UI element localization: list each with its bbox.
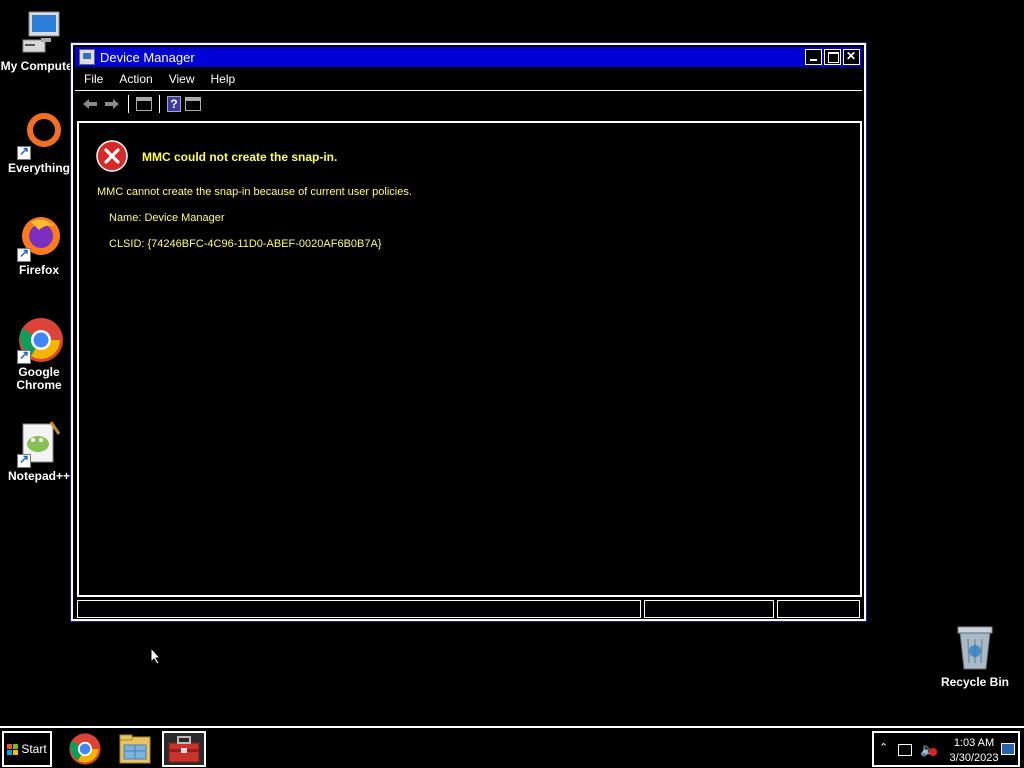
system-tray: ⌃ 🔈 1:03 AM 3/30/2023	[872, 731, 1020, 767]
snap-in-name: Name: Device Manager	[109, 212, 225, 224]
toolbar-separator	[159, 95, 160, 113]
shortcut-arrow-icon	[17, 452, 31, 468]
status-pane-main	[77, 600, 641, 618]
menu-file[interactable]: File	[84, 72, 103, 86]
desktop-icon-my-computer[interactable]: My Computer	[0, 10, 79, 73]
show-desktop-icon[interactable]	[1001, 743, 1015, 755]
status-pane-right	[777, 600, 860, 618]
taskbar-chrome-button[interactable]	[63, 731, 107, 767]
menu-help[interactable]: Help	[211, 72, 236, 86]
chrome-icon	[69, 733, 101, 765]
snap-in-clsid: CLSID: {74246BFC-4C96-11D0-ABEF-0020AF6B…	[109, 238, 382, 250]
network-icon[interactable]	[898, 744, 912, 756]
error-message: MMC cannot create the snap-in because of…	[97, 186, 412, 198]
error-title: MMC could not create the snap-in.	[142, 150, 338, 164]
desktop-icon-firefox[interactable]: Firefox	[0, 214, 79, 277]
close-button[interactable]	[843, 49, 860, 65]
menu-divider	[75, 90, 862, 91]
snap-in-error-pane: MMC could not create the snap-in. MMC ca…	[77, 121, 862, 597]
menu-view[interactable]: View	[169, 72, 195, 86]
start-button[interactable]: Start	[2, 731, 52, 767]
shortcut-arrow-icon	[17, 246, 31, 262]
status-bar	[77, 600, 860, 618]
firefox-icon	[15, 214, 63, 262]
desktop-icon-label: Everything	[7, 161, 70, 175]
shortcut-arrow-icon	[17, 144, 31, 160]
forward-arrow-icon[interactable]	[103, 95, 121, 113]
show-hidden-icons-icon[interactable]: ⌃	[879, 741, 888, 754]
desktop-icon-label: My Computer	[0, 59, 78, 73]
menu-action[interactable]: Action	[119, 72, 152, 86]
error-icon	[96, 140, 128, 172]
volume-muted-badge-icon	[929, 748, 937, 756]
taskbar-device-manager-button[interactable]	[162, 731, 206, 767]
console-tree-icon[interactable]	[136, 97, 152, 111]
shortcut-arrow-icon	[17, 348, 31, 364]
status-pane-middle	[644, 600, 774, 618]
windows-logo-icon	[7, 743, 19, 755]
file-explorer-icon	[119, 734, 151, 764]
back-arrow-icon[interactable]	[81, 95, 99, 113]
action-pane-icon[interactable]	[185, 97, 201, 111]
title-bar[interactable]: Device Manager	[75, 47, 862, 67]
device-manager-window[interactable]: Device Manager File Action View Help ?	[70, 42, 867, 622]
desktop-icon-recycle-bin[interactable]: Recycle Bin	[935, 625, 1015, 689]
desktop-icon-everything[interactable]: Everything	[0, 112, 79, 175]
desktop-icon-label: Recycle Bin	[940, 675, 1010, 689]
everything-search-icon	[15, 112, 63, 160]
computer-icon	[15, 10, 63, 58]
toolbox-icon	[168, 736, 200, 763]
start-label: Start	[21, 742, 47, 756]
desktop-icon-label: Google Chrome	[16, 365, 62, 392]
mouse-cursor-icon	[150, 646, 162, 665]
taskbar: Start ⌃ 🔈 1:03 AM 3/30/2023	[0, 726, 1024, 768]
minimize-button[interactable]	[805, 49, 822, 65]
desktop-icon-label: Notepad++	[7, 469, 70, 483]
clock-time[interactable]: 1:03 AM	[944, 737, 1004, 749]
help-icon[interactable]: ?	[167, 96, 181, 112]
desktop-icon-notepadpp[interactable]: Notepad++	[0, 420, 79, 483]
device-manager-icon	[79, 49, 95, 65]
desktop-icon-google-chrome[interactable]: Google Chrome	[0, 316, 79, 392]
maximize-button[interactable]	[824, 49, 841, 65]
chrome-icon	[15, 316, 63, 364]
menu-bar: File Action View Help	[75, 69, 862, 89]
taskbar-file-explorer-button[interactable]	[113, 731, 157, 767]
notepadpp-icon	[15, 420, 63, 468]
desktop-icon-label: Firefox	[18, 263, 59, 277]
clock-date[interactable]: 3/30/2023	[942, 752, 1006, 764]
toolbar-separator	[128, 95, 129, 113]
toolbar: ?	[75, 93, 862, 115]
window-title: Device Manager	[100, 49, 195, 65]
recycle-bin-icon	[955, 625, 995, 671]
